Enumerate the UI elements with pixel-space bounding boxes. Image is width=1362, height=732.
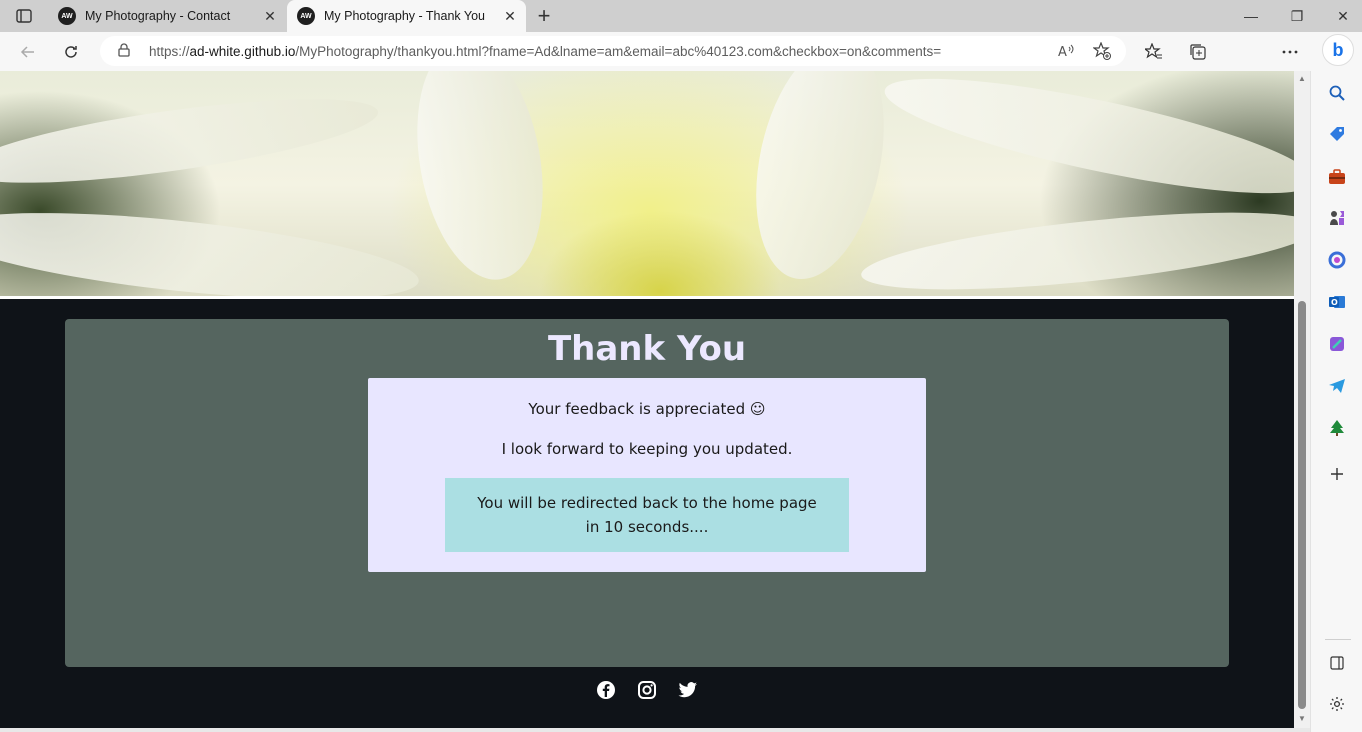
browser-toolbar: https://ad-white.github.io/MyPhotography… bbox=[0, 32, 1362, 71]
tab-title: My Photography - Thank You bbox=[324, 9, 485, 23]
designer-icon[interactable] bbox=[1327, 334, 1347, 354]
tab-actions-icon bbox=[16, 9, 32, 23]
message-box: Your feedback is appreciated ☺ I look fo… bbox=[368, 378, 926, 572]
tab-thank-you[interactable]: AW My Photography - Thank You ✕ bbox=[287, 0, 526, 32]
add-favorite-icon[interactable] bbox=[1090, 39, 1114, 63]
collections-icon bbox=[1190, 44, 1206, 60]
url-text[interactable]: https://ad-white.github.io/MyPhotography… bbox=[149, 44, 1054, 59]
tab-title: My Photography - Contact bbox=[85, 9, 231, 23]
add-sidebar-app-icon[interactable] bbox=[1327, 464, 1347, 484]
close-tab-icon[interactable]: ✕ bbox=[258, 8, 282, 25]
update-text: I look forward to keeping you updated. bbox=[501, 440, 793, 458]
search-icon[interactable] bbox=[1327, 83, 1347, 103]
hero-divider bbox=[0, 296, 1294, 299]
url-host: ad-white.github.io bbox=[189, 43, 296, 59]
twitter-icon[interactable] bbox=[677, 679, 699, 701]
microsoft-365-icon[interactable] bbox=[1327, 250, 1347, 270]
page-title: Thank You bbox=[547, 329, 747, 369]
hero-flower-image bbox=[0, 71, 1294, 299]
tab-strip: AW My Photography - Contact ✕ AW My Phot… bbox=[0, 0, 1362, 32]
svg-text:A: A bbox=[1058, 45, 1067, 58]
games-chess-icon[interactable] bbox=[1327, 208, 1347, 228]
thank-you-card: Thank You Your feedback is appreciated ☺… bbox=[65, 319, 1229, 667]
new-tab-button[interactable]: + bbox=[532, 4, 556, 28]
bing-icon: b bbox=[1332, 39, 1344, 60]
close-tab-icon[interactable]: ✕ bbox=[498, 8, 522, 25]
site-favicon-icon: AW bbox=[58, 7, 76, 25]
maximize-button[interactable]: ❐ bbox=[1274, 0, 1320, 32]
hide-sidebar-icon[interactable] bbox=[1327, 653, 1347, 673]
edge-sidebar: O bbox=[1310, 71, 1362, 732]
settings-more-button[interactable] bbox=[1277, 39, 1303, 65]
tools-briefcase-icon[interactable] bbox=[1327, 167, 1347, 187]
redirect-notice: You will be redirected back to the home … bbox=[445, 478, 849, 552]
page-viewport: Thank You Your feedback is appreciated ☺… bbox=[0, 71, 1294, 728]
more-dots-icon bbox=[1282, 50, 1298, 54]
page-scrollbar[interactable]: ▲ ▼ bbox=[1294, 71, 1310, 728]
url-scheme: https:// bbox=[149, 43, 190, 59]
scroll-thumb[interactable] bbox=[1298, 301, 1306, 709]
lock-icon[interactable] bbox=[118, 42, 132, 60]
scroll-up-icon[interactable]: ▲ bbox=[1298, 75, 1306, 83]
read-aloud-icon[interactable]: A bbox=[1054, 39, 1078, 63]
send-telegram-icon[interactable] bbox=[1327, 376, 1347, 396]
refresh-button[interactable] bbox=[58, 39, 84, 65]
back-arrow-icon bbox=[20, 46, 34, 58]
address-bar[interactable]: https://ad-white.github.io/MyPhotography… bbox=[100, 36, 1126, 66]
bottom-edge bbox=[0, 728, 1310, 732]
collections-button[interactable] bbox=[1185, 39, 1211, 65]
favorites-button[interactable] bbox=[1141, 39, 1167, 65]
minimize-button[interactable]: — bbox=[1228, 0, 1274, 32]
shopping-tag-icon[interactable] bbox=[1327, 124, 1347, 144]
facebook-icon[interactable] bbox=[595, 679, 617, 701]
close-window-button[interactable]: ✕ bbox=[1320, 0, 1362, 32]
svg-text:O: O bbox=[1331, 298, 1338, 307]
back-button[interactable] bbox=[15, 39, 41, 65]
refresh-icon bbox=[65, 46, 77, 58]
bing-chat-button[interactable]: b bbox=[1322, 34, 1354, 66]
redirect-text: You will be redirected back to the home … bbox=[477, 494, 817, 536]
favorites-icon bbox=[1145, 43, 1162, 59]
outlook-icon[interactable]: O bbox=[1327, 292, 1347, 312]
feedback-text: Your feedback is appreciated ☺ bbox=[528, 400, 766, 418]
site-favicon-icon: AW bbox=[297, 7, 315, 25]
scroll-down-icon[interactable]: ▼ bbox=[1298, 715, 1306, 723]
instagram-icon[interactable] bbox=[636, 679, 658, 701]
url-path: /MyPhotography/thankyou.html?fname=Ad&ln… bbox=[295, 43, 942, 59]
tab-actions-button[interactable] bbox=[10, 5, 38, 27]
sidebar-divider bbox=[1325, 639, 1351, 640]
sidebar-settings-gear-icon[interactable] bbox=[1327, 694, 1347, 714]
tab-contact[interactable]: AW My Photography - Contact ✕ bbox=[48, 0, 286, 32]
tree-icon[interactable] bbox=[1327, 418, 1347, 438]
